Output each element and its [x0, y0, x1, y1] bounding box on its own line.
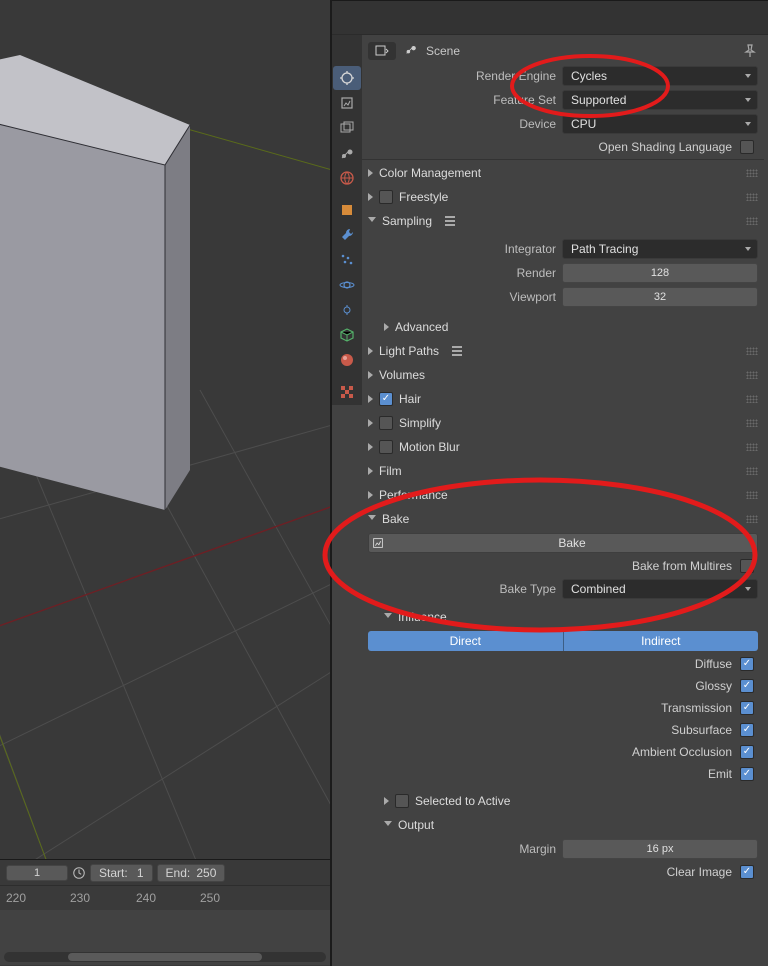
tab-viewlayer[interactable] [333, 116, 361, 140]
influence-direct-indirect: Direct Indirect [368, 631, 758, 651]
timeline-scrollbar[interactable] [4, 952, 326, 962]
glossy-label: Glossy [695, 679, 732, 693]
diffuse-label: Diffuse [695, 657, 732, 671]
bake-multires-label: Bake from Multires [632, 559, 732, 573]
tab-particles[interactable] [333, 248, 361, 272]
tab-modifiers[interactable] [333, 223, 361, 247]
section-sampling[interactable]: Sampling [362, 209, 764, 233]
render-samples-field[interactable]: 128 [562, 263, 758, 283]
viewport-samples-label: Viewport [368, 290, 556, 304]
list-icon[interactable] [449, 343, 465, 359]
render-engine-label: Render Engine [368, 69, 556, 83]
tab-texture[interactable] [333, 380, 361, 404]
selected-to-active-checkbox[interactable] [395, 794, 409, 808]
properties-panel: Scene Render Engine Cycles Feature Set Sup… [330, 0, 768, 966]
device-label: Device [368, 117, 556, 131]
tab-mesh[interactable] [333, 323, 361, 347]
section-volumes[interactable]: Volumes [362, 363, 764, 387]
section-light-paths[interactable]: Light Paths [362, 339, 764, 363]
current-frame-field[interactable]: 1 [6, 865, 68, 881]
subsurface-checkbox[interactable] [740, 723, 754, 737]
section-simplify[interactable]: Simplify [362, 411, 764, 435]
tab-world[interactable] [333, 166, 361, 190]
glossy-checkbox[interactable] [740, 679, 754, 693]
section-motion-blur[interactable]: Motion Blur [362, 435, 764, 459]
section-hair[interactable]: Hair [362, 387, 764, 411]
integrator-select[interactable]: Path Tracing [562, 239, 758, 259]
simplify-checkbox[interactable] [379, 416, 393, 430]
section-performance[interactable]: Performance [362, 483, 764, 507]
integrator-label: Integrator [368, 242, 556, 256]
tab-output[interactable] [333, 91, 361, 115]
bake-button[interactable]: Bake [368, 533, 758, 553]
motion-blur-checkbox[interactable] [379, 440, 393, 454]
tab-constraints[interactable] [333, 298, 361, 322]
toggle-direct[interactable]: Direct [368, 631, 563, 651]
header-dropdown[interactable] [368, 42, 396, 60]
section-bake[interactable]: Bake [362, 507, 764, 531]
bake-type-select[interactable]: Combined [562, 579, 758, 599]
feature-set-select[interactable]: Supported [562, 90, 758, 110]
freestyle-checkbox[interactable] [379, 190, 393, 204]
render-samples-label: Render [368, 266, 556, 280]
ao-checkbox[interactable] [740, 745, 754, 759]
transmission-checkbox[interactable] [740, 701, 754, 715]
section-freestyle[interactable]: Freestyle [362, 185, 764, 209]
transmission-label: Transmission [661, 701, 732, 715]
osl-label: Open Shading Language [599, 140, 732, 154]
osl-checkbox[interactable] [740, 140, 754, 154]
timeline-editor: 1 Start: 1 End: 250 220 230 240 250 [0, 859, 330, 966]
tab-object[interactable] [333, 198, 361, 222]
tab-render[interactable] [333, 66, 361, 90]
section-film[interactable]: Film [362, 459, 764, 483]
feature-set-label: Feature Set [368, 93, 556, 107]
section-influence[interactable]: Influence [362, 605, 764, 629]
toggle-indirect[interactable]: Indirect [563, 631, 759, 651]
margin-field[interactable]: 16 px [562, 839, 758, 859]
clear-image-label: Clear Image [667, 865, 732, 879]
diffuse-checkbox[interactable] [740, 657, 754, 671]
section-advanced[interactable]: Advanced [362, 315, 764, 339]
viewport-samples-field[interactable]: 32 [562, 287, 758, 307]
pin-icon[interactable] [742, 43, 758, 59]
render-engine-select[interactable]: Cycles [562, 66, 758, 86]
section-output[interactable]: Output [362, 813, 764, 837]
clock-icon [72, 866, 86, 880]
section-selected-to-active[interactable]: Selected to Active [362, 789, 764, 813]
emit-checkbox[interactable] [740, 767, 754, 781]
tab-scene[interactable] [333, 141, 361, 165]
scene-icon [404, 42, 418, 59]
timeline-ruler[interactable]: 220 230 240 250 [0, 886, 330, 910]
section-color-management[interactable]: Color Management [362, 161, 764, 185]
properties-tabs [332, 35, 362, 405]
bake-icon [369, 536, 387, 550]
subsurface-label: Subsurface [671, 723, 732, 737]
device-select[interactable]: CPU [562, 114, 758, 134]
bake-multires-checkbox[interactable] [740, 559, 754, 573]
margin-label: Margin [368, 842, 556, 856]
start-frame-field[interactable]: Start: 1 [90, 864, 153, 882]
tab-physics[interactable] [333, 273, 361, 297]
end-frame-field[interactable]: End: 250 [157, 864, 226, 882]
emit-label: Emit [708, 767, 732, 781]
viewport-3d[interactable] [0, 0, 330, 860]
tab-material[interactable] [333, 348, 361, 372]
bake-type-label: Bake Type [368, 582, 556, 596]
list-icon[interactable] [442, 213, 458, 229]
ao-label: Ambient Occlusion [632, 745, 732, 759]
clear-image-checkbox[interactable] [740, 865, 754, 879]
hair-checkbox[interactable] [379, 392, 393, 406]
breadcrumb-scene[interactable]: Scene [426, 44, 460, 58]
